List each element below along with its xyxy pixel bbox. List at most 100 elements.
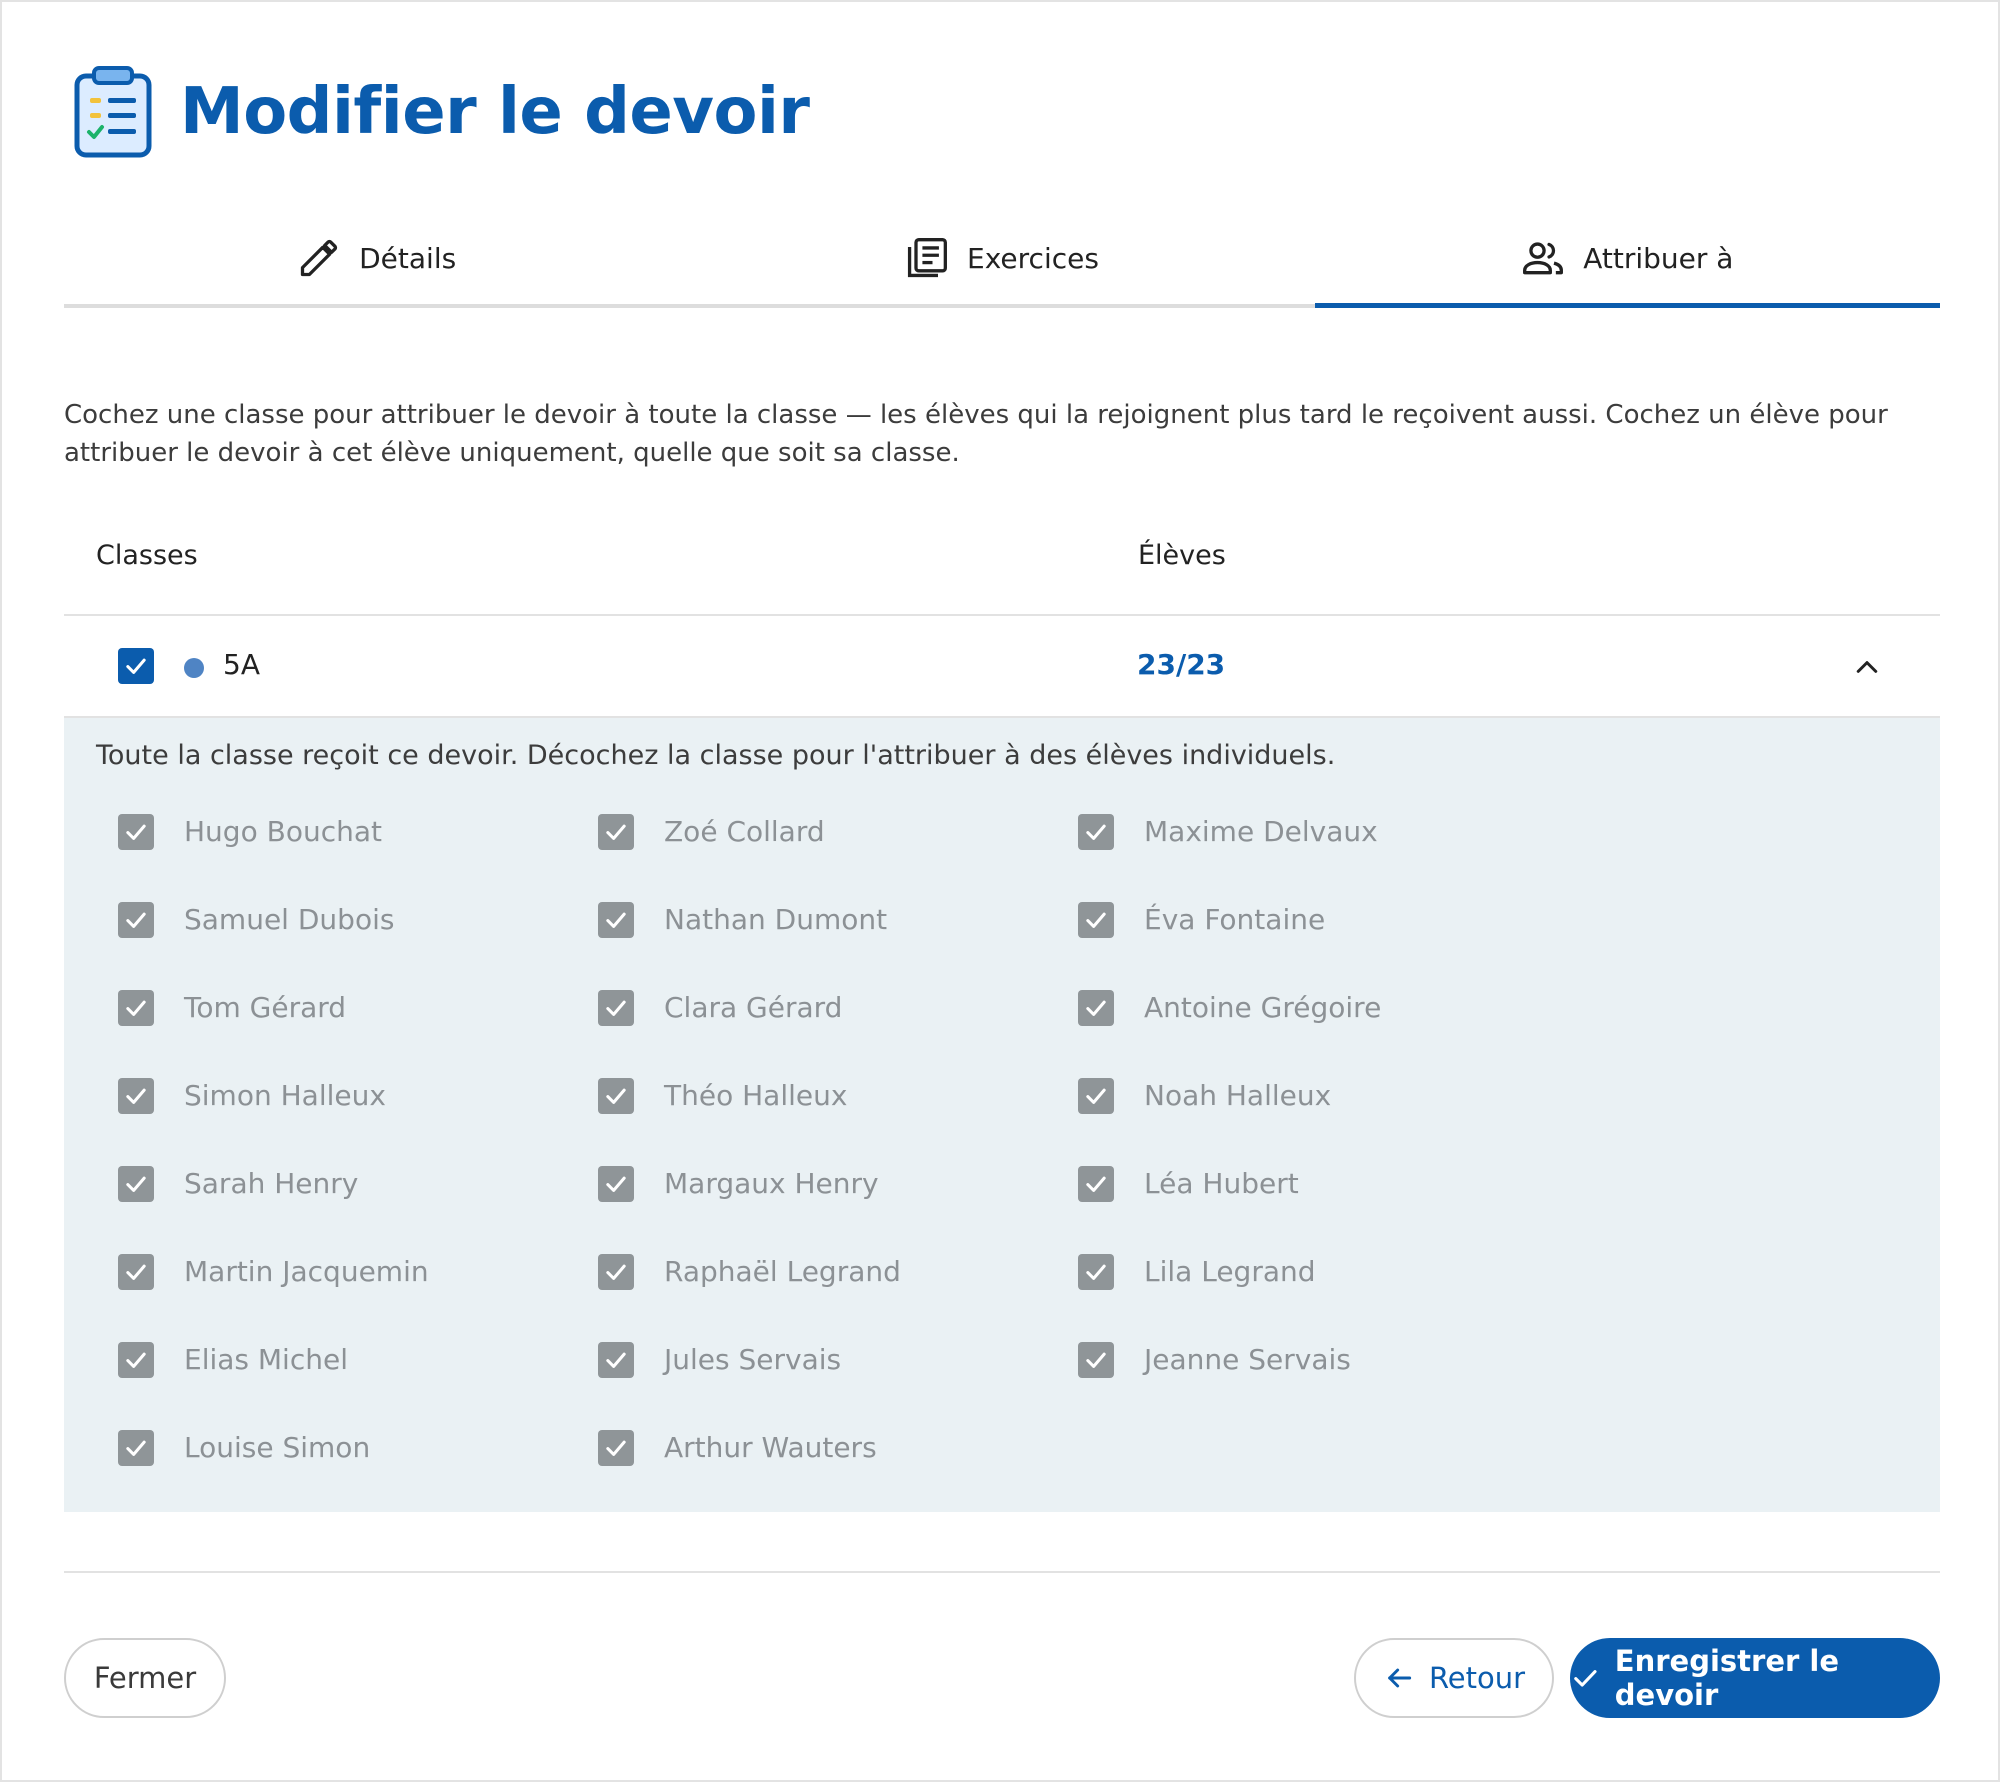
student-checkbox[interactable] [118,1166,154,1202]
student-checkbox[interactable] [598,1166,634,1202]
student-checkbox[interactable] [1078,814,1114,850]
student-item: Margaux Henry [598,1166,1078,1254]
dialog: Modifier le devoir Détails Exercices Att… [0,0,2000,1782]
users-icon [1523,242,1564,275]
student-item: Arthur Wauters [598,1430,1078,1518]
student-checkbox[interactable] [118,1430,154,1466]
save-button[interactable]: Enregistrer le devoir [1570,1638,1940,1718]
tab-label: Exercices [967,241,1099,275]
student-checkbox[interactable] [1078,1166,1114,1202]
student-item: Théo Halleux [598,1078,1078,1166]
checkmark-icon [1086,1088,1106,1104]
student-item: Éva Fontaine [1078,902,1558,990]
tab-label: Attribuer à [1583,241,1734,275]
tab-bar: Détails Exercices Attribuer à [64,212,1941,308]
pencil-icon [300,239,338,277]
assign-instructions: Cochez une classe pour attribuer le devo… [64,400,1888,468]
save-button-label: Enregistrer le devoir [1614,1644,1840,1712]
tab-exercices[interactable]: Exercices [689,212,1314,304]
class-row-5a: 5A 23/23 [64,616,1940,718]
tab-details[interactable]: Détails [64,212,689,304]
student-checkbox[interactable] [118,1254,154,1290]
tab-attribuer[interactable]: Attribuer à [1314,212,1941,308]
class-students-panel: Toute la classe reçoit ce devoir. Décoch… [64,718,1940,1512]
student-checkbox[interactable] [598,990,634,1026]
student-item: Martin Jacquemin [118,1254,598,1342]
back-button[interactable]: Retour [1354,1638,1554,1718]
student-name: Elias Michel [184,1343,348,1376]
checkmark-icon [1086,1000,1106,1016]
student-item: Noah Halleux [1078,1078,1558,1166]
student-name: Éva Fontaine [1144,903,1326,936]
checkmark-icon [126,1000,146,1016]
close-button[interactable]: Fermer [64,1638,226,1718]
student-checkbox[interactable] [598,1078,634,1114]
student-checkbox[interactable] [118,990,154,1026]
student-checkbox[interactable] [1078,902,1114,938]
checkmark-icon [1574,1670,1597,1687]
student-item: Nathan Dumont [598,902,1078,990]
checkmark-icon [606,1088,626,1104]
checkmark-icon [126,658,146,674]
student-checkbox[interactable] [1078,1254,1114,1290]
checkmark-icon [126,1088,146,1104]
student-name: Noah Halleux [1144,1079,1332,1112]
student-name: Clara Gérard [664,991,843,1024]
checkmark-icon [126,912,146,928]
student-name: Jules Servais [664,1343,842,1376]
student-item: Samuel Dubois [118,902,598,990]
student-name: Louise Simon [184,1431,371,1464]
student-item: Maxime Delvaux [1078,814,1558,902]
student-name: Jeanne Servais [1144,1343,1351,1376]
divider [64,1571,1940,1573]
student-item: Zoé Collard [598,814,1078,902]
student-item: Tom Gérard [118,990,598,1078]
student-name: Lila Legrand [1144,1255,1316,1288]
student-name: Samuel Dubois [184,903,395,936]
chevron-up-icon [1856,661,1878,673]
student-checkbox[interactable] [118,1078,154,1114]
student-name: Théo Halleux [664,1079,848,1112]
student-name: Maxime Delvaux [1144,815,1378,848]
student-name: Hugo Bouchat [184,815,382,848]
student-item: Sarah Henry [118,1166,598,1254]
checkmark-icon [606,1176,626,1192]
student-checkbox[interactable] [598,1342,634,1378]
tab-label: Détails [359,241,457,275]
student-name: Léa Hubert [1144,1167,1299,1200]
student-checkbox[interactable] [598,902,634,938]
student-count: 23/23 [1137,648,1226,681]
student-checkbox[interactable] [1078,1078,1114,1114]
students-grid: Hugo Bouchat Zoé Collard Maxime Delvaux Sam… [118,814,1558,1518]
student-name: Martin Jacquemin [184,1255,429,1288]
student-item: Elias Michel [118,1342,598,1430]
student-checkbox[interactable] [598,814,634,850]
student-name: Nathan Dumont [664,903,888,936]
student-checkbox[interactable] [118,902,154,938]
student-name: Arthur Wauters [664,1431,877,1464]
checkmark-icon [1086,912,1106,928]
student-name: Margaux Henry [664,1167,879,1200]
checkmark-icon [606,1000,626,1016]
class-color-dot [184,658,204,678]
checkmark-icon [1086,1264,1106,1280]
student-name: Raphaël Legrand [664,1255,901,1288]
student-checkbox[interactable] [1078,1342,1114,1378]
student-item: Léa Hubert [1078,1166,1558,1254]
close-button-label: Fermer [93,1661,197,1695]
student-name: Simon Halleux [184,1079,386,1112]
student-item: Hugo Bouchat [118,814,598,902]
student-checkbox[interactable] [118,814,154,850]
collapse-button[interactable] [1844,644,1890,690]
student-checkbox[interactable] [118,1342,154,1378]
checkmark-icon [606,912,626,928]
back-button-label: Retour [1428,1661,1526,1695]
student-checkbox[interactable] [598,1430,634,1466]
checkmark-icon [126,1176,146,1192]
student-checkbox[interactable] [1078,990,1114,1026]
student-checkbox[interactable] [598,1254,634,1290]
class-checkbox[interactable] [118,648,154,684]
checkmark-icon [126,1352,146,1368]
arrow-left-icon [1388,1668,1412,1688]
checkmark-icon [1086,1176,1106,1192]
